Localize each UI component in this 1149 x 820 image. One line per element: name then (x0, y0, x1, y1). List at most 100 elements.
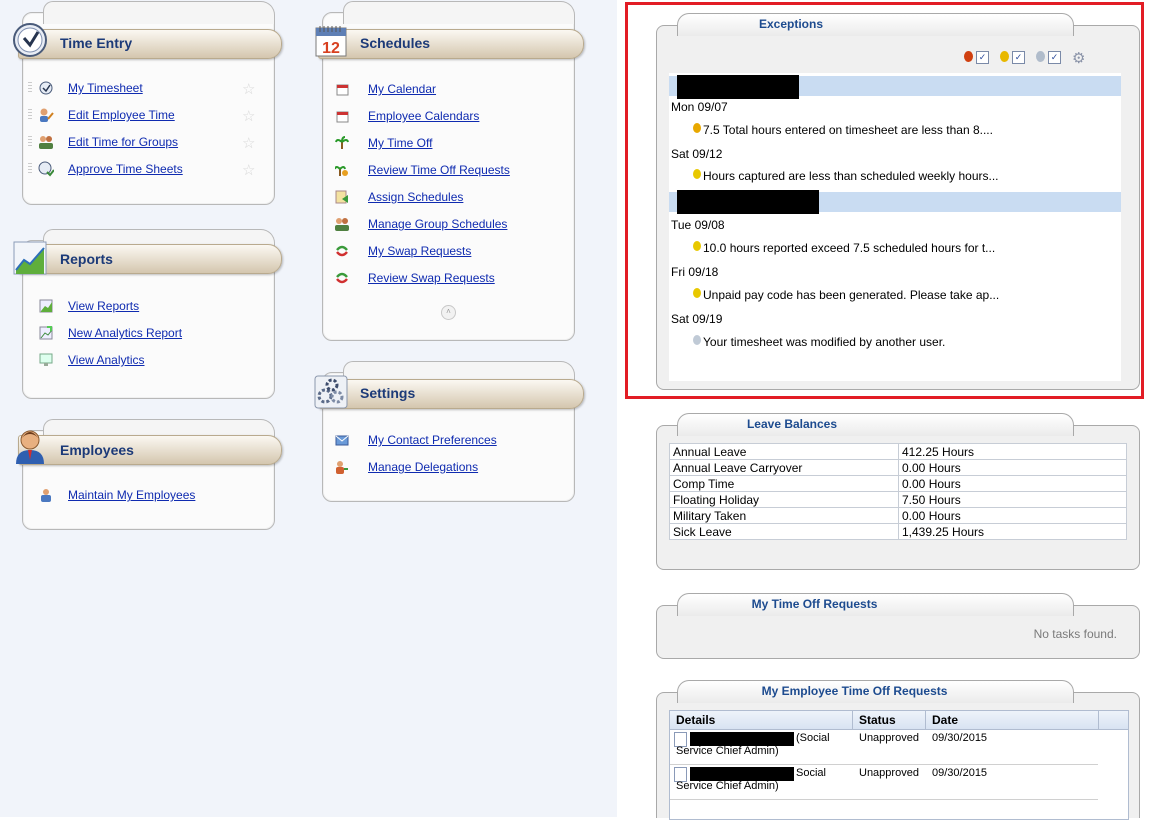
my-time-off-link[interactable]: My Time Off (368, 136, 432, 150)
manage-group-schedules-link[interactable]: Manage Group Schedules (368, 217, 507, 231)
employee-icon (12, 428, 48, 464)
leave-balance: 0.00 Hours (898, 507, 1127, 524)
menu-item-edit-employee-time[interactable]: Edit Employee Time ☆ (22, 107, 273, 125)
maintain-my-employees-link[interactable]: Maintain My Employees (68, 488, 195, 502)
column-header-date[interactable]: Date (932, 713, 958, 727)
star-icon[interactable]: ☆ (242, 134, 255, 152)
time-entry-header (18, 29, 282, 59)
menu-item-assign-schedules[interactable]: Assign Schedules (322, 189, 573, 207)
menu-item-review-time-off-requests[interactable]: Review Time Off Requests (322, 162, 573, 180)
view-analytics-link[interactable]: View Analytics (68, 353, 144, 367)
table-row: Military Taken 0.00 Hours (669, 507, 1127, 524)
employees-title: Employees (60, 442, 134, 458)
menu-item-my-calendar[interactable]: My Calendar (322, 81, 573, 99)
clock-icon (38, 80, 54, 96)
review-time-off-requests-link[interactable]: Review Time Off Requests (368, 163, 510, 177)
settings-header (318, 379, 584, 409)
settings-list: My Contact Preferences Manage Delegation… (322, 432, 573, 477)
my-swap-requests-link[interactable]: My Swap Requests (368, 244, 471, 258)
employee-icon (38, 487, 54, 503)
leave-balance: 1,439.25 Hours (898, 523, 1127, 540)
clock-check-icon (38, 161, 54, 177)
leave-type: Military Taken (669, 507, 899, 524)
column-divider (852, 711, 853, 729)
group-icon (334, 216, 350, 232)
table-row[interactable]: (Social Service Chief Admin) Unapproved … (670, 730, 1098, 765)
leave-balance: 7.50 Hours (898, 491, 1127, 508)
star-icon[interactable]: ☆ (242, 107, 255, 125)
menu-item-view-analytics[interactable]: View Analytics (22, 352, 273, 370)
menu-item-my-contact-preferences[interactable]: My Contact Preferences (322, 432, 573, 450)
grid-header: Details Status Date (670, 711, 1128, 730)
column-header-status[interactable]: Status (859, 713, 896, 727)
view-reports-link[interactable]: View Reports (68, 299, 139, 313)
employees-header (18, 435, 282, 465)
edit-employee-time-link[interactable]: Edit Employee Time (68, 108, 175, 122)
leave-balances-table: Annual Leave 412.25 Hours Annual Leave Ca… (669, 443, 1127, 540)
column-divider (1098, 711, 1099, 729)
edit-time-for-groups-link[interactable]: Edit Time for Groups (68, 135, 178, 149)
leave-balance: 0.00 Hours (898, 475, 1127, 492)
column-header-details[interactable]: Details (676, 713, 715, 727)
contact-icon (334, 432, 350, 448)
menu-item-approve-time-sheets[interactable]: Approve Time Sheets ☆ (22, 161, 273, 179)
my-timesheet-link[interactable]: My Timesheet (68, 81, 143, 95)
leave-type: Comp Time (669, 475, 899, 492)
star-icon[interactable]: ☆ (242, 161, 255, 179)
table-row: Comp Time 0.00 Hours (669, 475, 1127, 492)
star-icon[interactable]: ☆ (242, 80, 255, 98)
column-divider (925, 711, 926, 729)
time-entry-title: Time Entry (60, 35, 133, 51)
table-row: Sick Leave 1,439.25 Hours (669, 523, 1127, 540)
manage-delegations-link[interactable]: Manage Delegations (368, 460, 478, 474)
swap-icon (334, 270, 350, 286)
details-line-1: Social (796, 767, 826, 779)
approve-time-sheets-link[interactable]: Approve Time Sheets (68, 162, 183, 176)
settings-gears-icon (314, 375, 350, 411)
menu-item-my-swap-requests[interactable]: My Swap Requests (322, 243, 573, 261)
menu-item-new-analytics-report[interactable]: New Analytics Report (22, 325, 273, 343)
menu-item-edit-time-for-groups[interactable]: Edit Time for Groups ☆ (22, 134, 273, 152)
panel-tab (43, 1, 275, 24)
settings-title: Settings (360, 385, 416, 401)
details-line-1: (Social (796, 732, 830, 744)
menu-item-view-reports[interactable]: View Reports (22, 298, 273, 316)
drag-handle[interactable] (28, 82, 32, 94)
menu-item-manage-group-schedules[interactable]: Manage Group Schedules (322, 216, 573, 234)
employee-requests-grid: Details Status Date (Social Service Chie… (669, 710, 1129, 820)
assign-schedules-link[interactable]: Assign Schedules (368, 190, 463, 204)
new-analytics-report-link[interactable]: New Analytics Report (68, 326, 182, 340)
my-calendar-link[interactable]: My Calendar (368, 82, 436, 96)
employee-calendars-link[interactable]: Employee Calendars (368, 109, 479, 123)
menu-item-maintain-my-employees[interactable]: Maintain My Employees (22, 487, 273, 505)
drag-handle[interactable] (28, 163, 32, 175)
leave-type: Annual Leave (669, 443, 899, 460)
leave-balance: 0.00 Hours (898, 459, 1127, 476)
review-time-off-icon (334, 162, 350, 178)
drag-handle[interactable] (28, 109, 32, 121)
menu-item-employee-calendars[interactable]: Employee Calendars (322, 108, 573, 126)
my-time-off-title: My Time Off Requests (751, 597, 878, 611)
menu-item-my-time-off[interactable]: My Time Off (322, 135, 573, 153)
drag-handle[interactable] (28, 136, 32, 148)
request-date: 09/30/2015 (932, 767, 988, 779)
table-row: Annual Leave 412.25 Hours (669, 443, 1127, 460)
delegation-icon (334, 459, 350, 475)
assign-icon (334, 189, 350, 205)
redacted-name (690, 732, 794, 746)
palm-tree-icon (334, 135, 350, 151)
table-row[interactable]: Social Service Chief Admin) Unapproved 0… (670, 765, 1098, 800)
menu-item-manage-delegations[interactable]: Manage Delegations (322, 459, 573, 477)
menu-item-my-timesheet[interactable]: My Timesheet ☆ (22, 80, 273, 98)
time-entry-list: My Timesheet ☆ Edit Employee Time ☆ Edit… (22, 80, 273, 180)
group-icon (38, 134, 54, 150)
my-contact-preferences-link[interactable]: My Contact Preferences (368, 433, 497, 447)
employee-time-off-title: My Employee Time Off Requests (761, 684, 948, 698)
calendar-number: 12 (322, 40, 340, 57)
review-swap-requests-link[interactable]: Review Swap Requests (368, 271, 495, 285)
menu-item-review-swap-requests[interactable]: Review Swap Requests (322, 270, 573, 288)
chart-icon (38, 298, 54, 314)
panel-tab (343, 1, 575, 24)
expand-more-icon[interactable]: ˄ (441, 305, 456, 320)
calendar-icon (334, 108, 350, 124)
